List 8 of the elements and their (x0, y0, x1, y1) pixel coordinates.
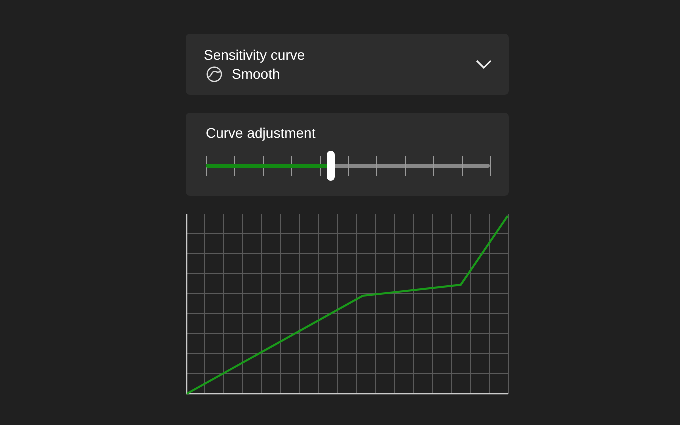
curve-icon (206, 66, 223, 82)
dropdown-label: Sensitivity curve (204, 46, 306, 62)
dropdown-value: Smooth (232, 66, 280, 82)
sensitivity-curve-dropdown[interactable]: Sensitivity curve Smooth (186, 34, 509, 95)
curve-adjustment-slider[interactable] (206, 151, 490, 181)
slider-label: Curve adjustment (206, 125, 317, 141)
slider-thumb[interactable] (326, 151, 335, 181)
chevron-down-icon (476, 60, 492, 70)
